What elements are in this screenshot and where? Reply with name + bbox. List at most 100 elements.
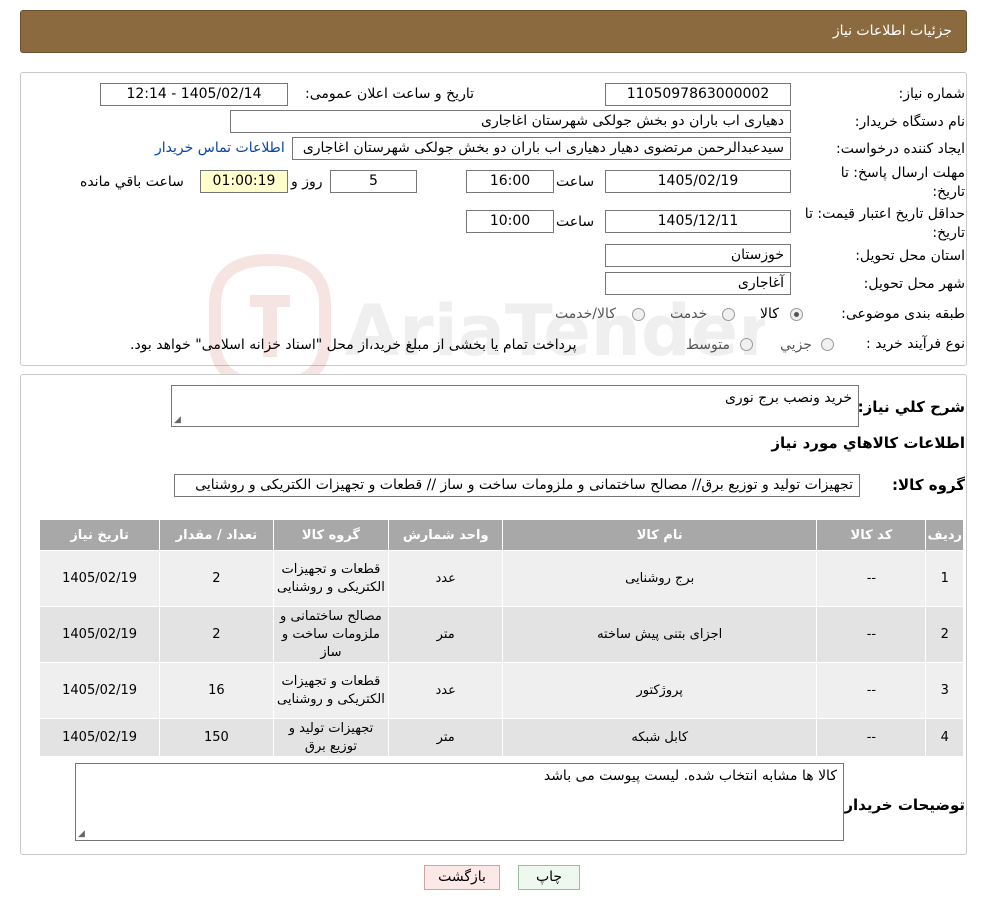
validity-label: حداقل تاریخ اعتبار قیمت: تا: [804, 206, 965, 222]
process-medium-radio[interactable]: [740, 338, 753, 351]
cell-row-number: 1: [925, 550, 964, 607]
announce-datetime-field: 1405/02/14 - 12:14: [100, 83, 288, 106]
remaining-time-label: ساعت باقي مانده: [80, 174, 184, 190]
resize-grip-icon[interactable]: ◢: [78, 829, 85, 839]
need-number-label: شماره نیاز:: [898, 86, 966, 102]
cell-unit: متر: [388, 718, 504, 757]
need-number-field: 1105097863000002: [605, 83, 791, 106]
back-button[interactable]: بازگشت: [424, 865, 500, 890]
cell-unit: عدد: [388, 662, 504, 719]
cell-item-code: --: [816, 606, 927, 663]
days-remaining-field: 5: [330, 170, 417, 193]
table-row: 2 -- اجزای بتنی پیش ساخته متر مصالح ساخت…: [38, 606, 964, 663]
category-option-both-label: کالا/خدمت: [555, 306, 616, 322]
goods-group-field: تجهیزات تولید و توزیع برق// مصالح ساختما…: [174, 474, 860, 497]
validity-label-date: تاریخ:: [932, 225, 965, 241]
buyer-org-label: نام دستگاه خریدار:: [854, 114, 965, 130]
cell-item-name: کابل شبکه: [502, 718, 818, 757]
process-note: پرداخت تمام یا بخشی از مبلغ خرید،از محل …: [130, 337, 577, 353]
announce-datetime-label: تاریخ و ساعت اعلان عمومی:: [305, 86, 474, 102]
category-option-service-label: خدمت: [670, 306, 708, 322]
cell-need-date: 1405/02/19: [38, 718, 161, 757]
col-goods-group: گروه کالا: [272, 519, 390, 551]
city-field: آغاجاری: [605, 272, 791, 295]
cell-row-number: 3: [925, 662, 964, 719]
category-both-radio[interactable]: [632, 308, 645, 321]
goods-info-title: اطلاعات کالاهاي مورد نياز: [771, 434, 965, 452]
cell-unit: متر: [388, 606, 504, 663]
category-service-radio[interactable]: [722, 308, 735, 321]
buyer-notes-textarea[interactable]: کالا ها مشابه انتخاب شده. لیست پیوست می …: [75, 763, 844, 841]
process-minor-radio[interactable]: [821, 338, 834, 351]
category-option-service[interactable]: خدمت: [670, 306, 707, 322]
cell-goods-group: تجهیزات تولید و توزیع برق: [272, 718, 390, 757]
province-field: خوزستان: [605, 244, 791, 267]
cell-row-number: 2: [925, 606, 964, 663]
province-label: استان محل تحویل:: [855, 248, 965, 264]
cell-item-name: برج روشنایی: [502, 550, 818, 607]
category-option-goods-label: کالا: [760, 306, 779, 322]
summary-textarea[interactable]: خرید ونصب برج نوری ◢: [171, 385, 859, 427]
cell-row-number: 4: [925, 718, 964, 757]
col-unit: واحد شمارش: [388, 519, 504, 551]
table-row: 3 -- پروژکتور عدد قطعات و تجهیزات الکتری…: [38, 662, 964, 719]
process-option-minor-label: جزیي: [780, 337, 812, 353]
cell-item-code: --: [816, 550, 927, 607]
cell-quantity: 16: [159, 662, 274, 719]
days-label: روز و: [291, 174, 323, 190]
buyer-notes-text: کالا ها مشابه انتخاب شده. لیست پیوست می …: [543, 768, 837, 784]
process-option-medium-label: متوسط: [686, 337, 730, 353]
resize-grip-icon[interactable]: ◢: [174, 415, 181, 425]
cell-item-name: پروژکتور: [502, 662, 818, 719]
cell-quantity: 2: [159, 550, 274, 607]
buyer-contact-link[interactable]: اطلاعات تماس خریدار: [155, 140, 285, 156]
summary-label: شرح کلي نياز:: [857, 398, 965, 416]
process-option-medium[interactable]: متوسط: [686, 337, 730, 353]
cell-item-name: اجزای بتنی پیش ساخته: [502, 606, 818, 663]
col-item-name: نام کالا: [502, 519, 818, 551]
page-title: جزئیات اطلاعات نیاز: [832, 23, 952, 39]
validity-date-field: 1405/12/11: [605, 210, 791, 233]
remaining-time-field: 01:00:19: [200, 170, 288, 193]
category-option-goods[interactable]: کالا: [760, 306, 779, 322]
cell-goods-group: قطعات و تجهیزات الکتریکی و روشنایی: [272, 662, 390, 719]
process-option-minor[interactable]: جزیي: [780, 337, 812, 353]
cell-goods-group: مصالح ساختمانی و ملزومات ساخت و ساز: [272, 606, 390, 663]
page-header: جزئیات اطلاعات نیاز: [20, 10, 967, 53]
cell-unit: عدد: [388, 550, 504, 607]
requester-label: ایجاد کننده درخواست:: [836, 141, 965, 157]
category-label: طبقه بندی موضوعی:: [841, 306, 965, 322]
category-option-both[interactable]: کالا/خدمت: [555, 306, 616, 322]
process-type-label: نوع فرآیند خرید :: [866, 336, 965, 352]
requester-field: سیدعبدالرحمن مرتضوی دهیار دهیاری اب بارا…: [292, 137, 791, 160]
cell-item-code: --: [816, 718, 927, 757]
category-goods-radio[interactable]: [790, 308, 803, 321]
table-row: 4 -- کابل شبکه متر تجهیزات تولید و توزیع…: [38, 718, 964, 757]
col-quantity: تعداد / مقدار: [159, 519, 274, 551]
deadline-date-field: 1405/02/19: [605, 170, 791, 193]
validity-time-field: 10:00: [466, 210, 554, 233]
deadline-label: مهلت ارسال پاسخ: تا: [840, 165, 965, 181]
table-row: 1 -- برج روشنایی عدد قطعات و تجهیزات الک…: [38, 550, 964, 607]
deadline-time-label: ساعت: [556, 174, 595, 190]
summary-text: خرید ونصب برج نوری: [724, 390, 852, 406]
buyer-notes-label: توضیحات خریدار:: [838, 796, 965, 814]
cell-need-date: 1405/02/19: [38, 550, 161, 607]
city-label: شهر محل تحویل:: [863, 276, 965, 292]
table-header-row: رديف کد کالا نام کالا واحد شمارش گروه کا…: [38, 519, 964, 551]
cell-goods-group: قطعات و تجهیزات الکتریکی و روشنایی: [272, 550, 390, 607]
col-need-date: تاریخ نیاز: [38, 519, 161, 551]
cell-quantity: 150: [159, 718, 274, 757]
buyer-org-field: دهیاری اب باران دو بخش جولکی شهرستان اغا…: [230, 110, 791, 133]
cell-need-date: 1405/02/19: [38, 606, 161, 663]
print-button[interactable]: چاپ: [518, 865, 580, 890]
svg-text:AriaTender.neT: AriaTender.neT: [345, 290, 765, 372]
cell-item-code: --: [816, 662, 927, 719]
goods-table: رديف کد کالا نام کالا واحد شمارش گروه کا…: [38, 519, 964, 757]
col-row-number: رديف: [925, 519, 964, 551]
cell-need-date: 1405/02/19: [38, 662, 161, 719]
cell-quantity: 2: [159, 606, 274, 663]
col-item-code: کد کالا: [816, 519, 927, 551]
goods-group-label: گروه کالا:: [892, 476, 965, 494]
validity-time-label: ساعت: [556, 214, 595, 230]
